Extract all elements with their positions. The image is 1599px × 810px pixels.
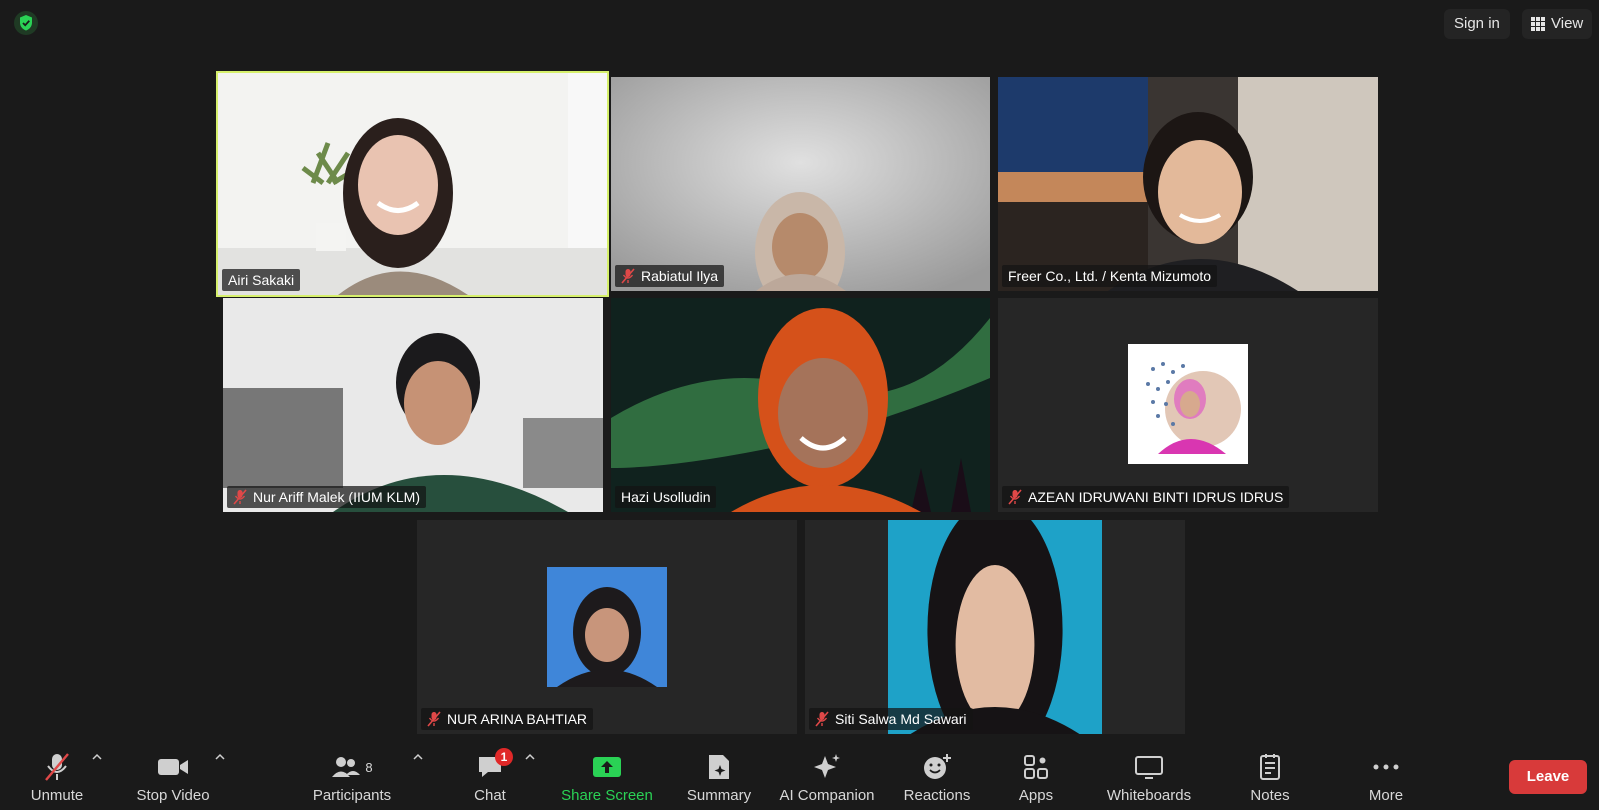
unmute-label: Unmute (30, 787, 84, 804)
participant-name-tag: Freer Co., Ltd. / Kenta Mizumoto (1002, 265, 1218, 287)
summary-icon (709, 755, 729, 779)
participants-icon (332, 757, 361, 777)
audio-options-chevron-icon[interactable] (92, 752, 102, 762)
video-tile[interactable]: Hazi Usolludin (611, 298, 990, 512)
chat-unread-badge: 1 (495, 748, 513, 766)
whiteboards-label: Whiteboards (1106, 787, 1192, 804)
top-bar: Sign in View (0, 0, 1599, 52)
video-tile[interactable]: Nur Ariff Malek (IIUM KLM) (223, 298, 603, 512)
participant-video (218, 73, 607, 295)
whiteboards-button[interactable]: Whiteboards (1097, 740, 1201, 810)
more-dots-icon (1373, 764, 1399, 770)
video-options-chevron-icon[interactable] (215, 752, 225, 762)
notes-label: Notes (1250, 787, 1290, 804)
participant-name: NUR ARINA BAHTIAR (447, 711, 588, 727)
participant-name-tag: Hazi Usolludin (615, 486, 717, 508)
stop-video-button[interactable]: Stop Video (128, 740, 218, 810)
sign-in-button[interactable]: Sign in (1444, 9, 1510, 39)
participants-label: Participants (312, 787, 392, 804)
participant-name: Freer Co., Ltd. / Kenta Mizumoto (1008, 268, 1212, 284)
participant-name-tag: AZEAN IDRUWANI BINTI IDRUS IDRUS (1002, 486, 1290, 508)
participant-name: Hazi Usolludin (621, 489, 711, 505)
profile-picture (547, 567, 667, 687)
leave-button[interactable]: Leave (1509, 760, 1587, 794)
unmute-button[interactable]: Unmute (22, 740, 92, 810)
participant-video (888, 520, 1102, 734)
share-screen-button[interactable]: Share Screen (557, 740, 657, 810)
participant-name: AZEAN IDRUWANI BINTI IDRUS IDRUS (1028, 489, 1284, 505)
chat-options-chevron-icon[interactable] (525, 752, 535, 762)
reactions-button[interactable]: Reactions (895, 740, 979, 810)
participant-name-tag: NUR ARINA BAHTIAR (421, 708, 594, 730)
participant-name-tag: Airi Sakaki (222, 269, 301, 291)
participant-name: Siti Salwa Md Sawari (835, 711, 967, 727)
stop-video-label: Stop Video (136, 787, 210, 804)
muted-microphone-icon (1008, 489, 1022, 505)
video-camera-icon (158, 759, 188, 775)
video-tile[interactable]: Freer Co., Ltd. / Kenta Mizumoto (998, 77, 1378, 291)
participant-name: Airi Sakaki (228, 272, 295, 288)
video-tile[interactable]: AZEAN IDRUWANI BINTI IDRUS IDRUS (998, 298, 1378, 512)
view-button[interactable]: View (1522, 9, 1593, 39)
participant-video (611, 77, 990, 291)
participant-name-tag: Siti Salwa Md Sawari (809, 708, 973, 730)
more-label: More (1368, 787, 1404, 804)
ai-sparkle-icon (814, 754, 840, 778)
more-button[interactable]: More (1356, 740, 1416, 810)
summary-button[interactable]: Summary (678, 740, 760, 810)
participant-video (611, 298, 990, 512)
participant-name: Nur Ariff Malek (IIUM KLM) (253, 489, 420, 505)
profile-picture (1128, 344, 1248, 464)
grid-icon (1531, 17, 1545, 31)
summary-label: Summary (686, 787, 752, 804)
muted-microphone-icon (621, 268, 635, 284)
view-label: View (1551, 15, 1584, 32)
participant-count: 8 (365, 759, 373, 775)
participants-button[interactable]: 8 Participants (305, 740, 399, 810)
video-tile[interactable]: Airi Sakaki (216, 71, 609, 297)
notes-button[interactable]: Notes (1240, 740, 1300, 810)
participants-options-chevron-icon[interactable] (413, 752, 423, 762)
security-shield-icon[interactable] (14, 11, 38, 35)
ai-companion-button[interactable]: AI Companion (775, 740, 879, 810)
notes-icon (1260, 754, 1280, 780)
muted-microphone-icon (233, 489, 247, 505)
reactions-label: Reactions (903, 787, 971, 804)
participant-name-tag: Rabiatul Ilya (615, 265, 725, 287)
video-tile[interactable]: Siti Salwa Md Sawari (805, 520, 1185, 734)
muted-microphone-icon (815, 711, 829, 727)
apps-button[interactable]: Apps (1008, 740, 1064, 810)
participant-name: Rabiatul Ilya (641, 268, 719, 284)
meeting-toolbar: Unmute Stop Video 8 Participants Chat 1 … (0, 740, 1599, 810)
participant-video (998, 77, 1378, 291)
participant-video (223, 298, 603, 512)
share-screen-icon (593, 757, 621, 777)
apps-label: Apps (1018, 787, 1054, 804)
muted-microphone-icon (45, 753, 69, 781)
whiteboard-icon (1135, 756, 1163, 779)
participant-name-tag: Nur Ariff Malek (IIUM KLM) (227, 486, 426, 508)
video-tile[interactable]: Rabiatul Ilya (611, 77, 990, 291)
share-screen-label: Share Screen (561, 787, 653, 804)
smiley-icon (924, 754, 951, 779)
muted-microphone-icon (427, 711, 441, 727)
apps-icon (1024, 755, 1048, 779)
ai-companion-label: AI Companion (779, 787, 875, 804)
video-tile[interactable]: NUR ARINA BAHTIAR (417, 520, 797, 734)
chat-label: Chat (474, 787, 506, 804)
